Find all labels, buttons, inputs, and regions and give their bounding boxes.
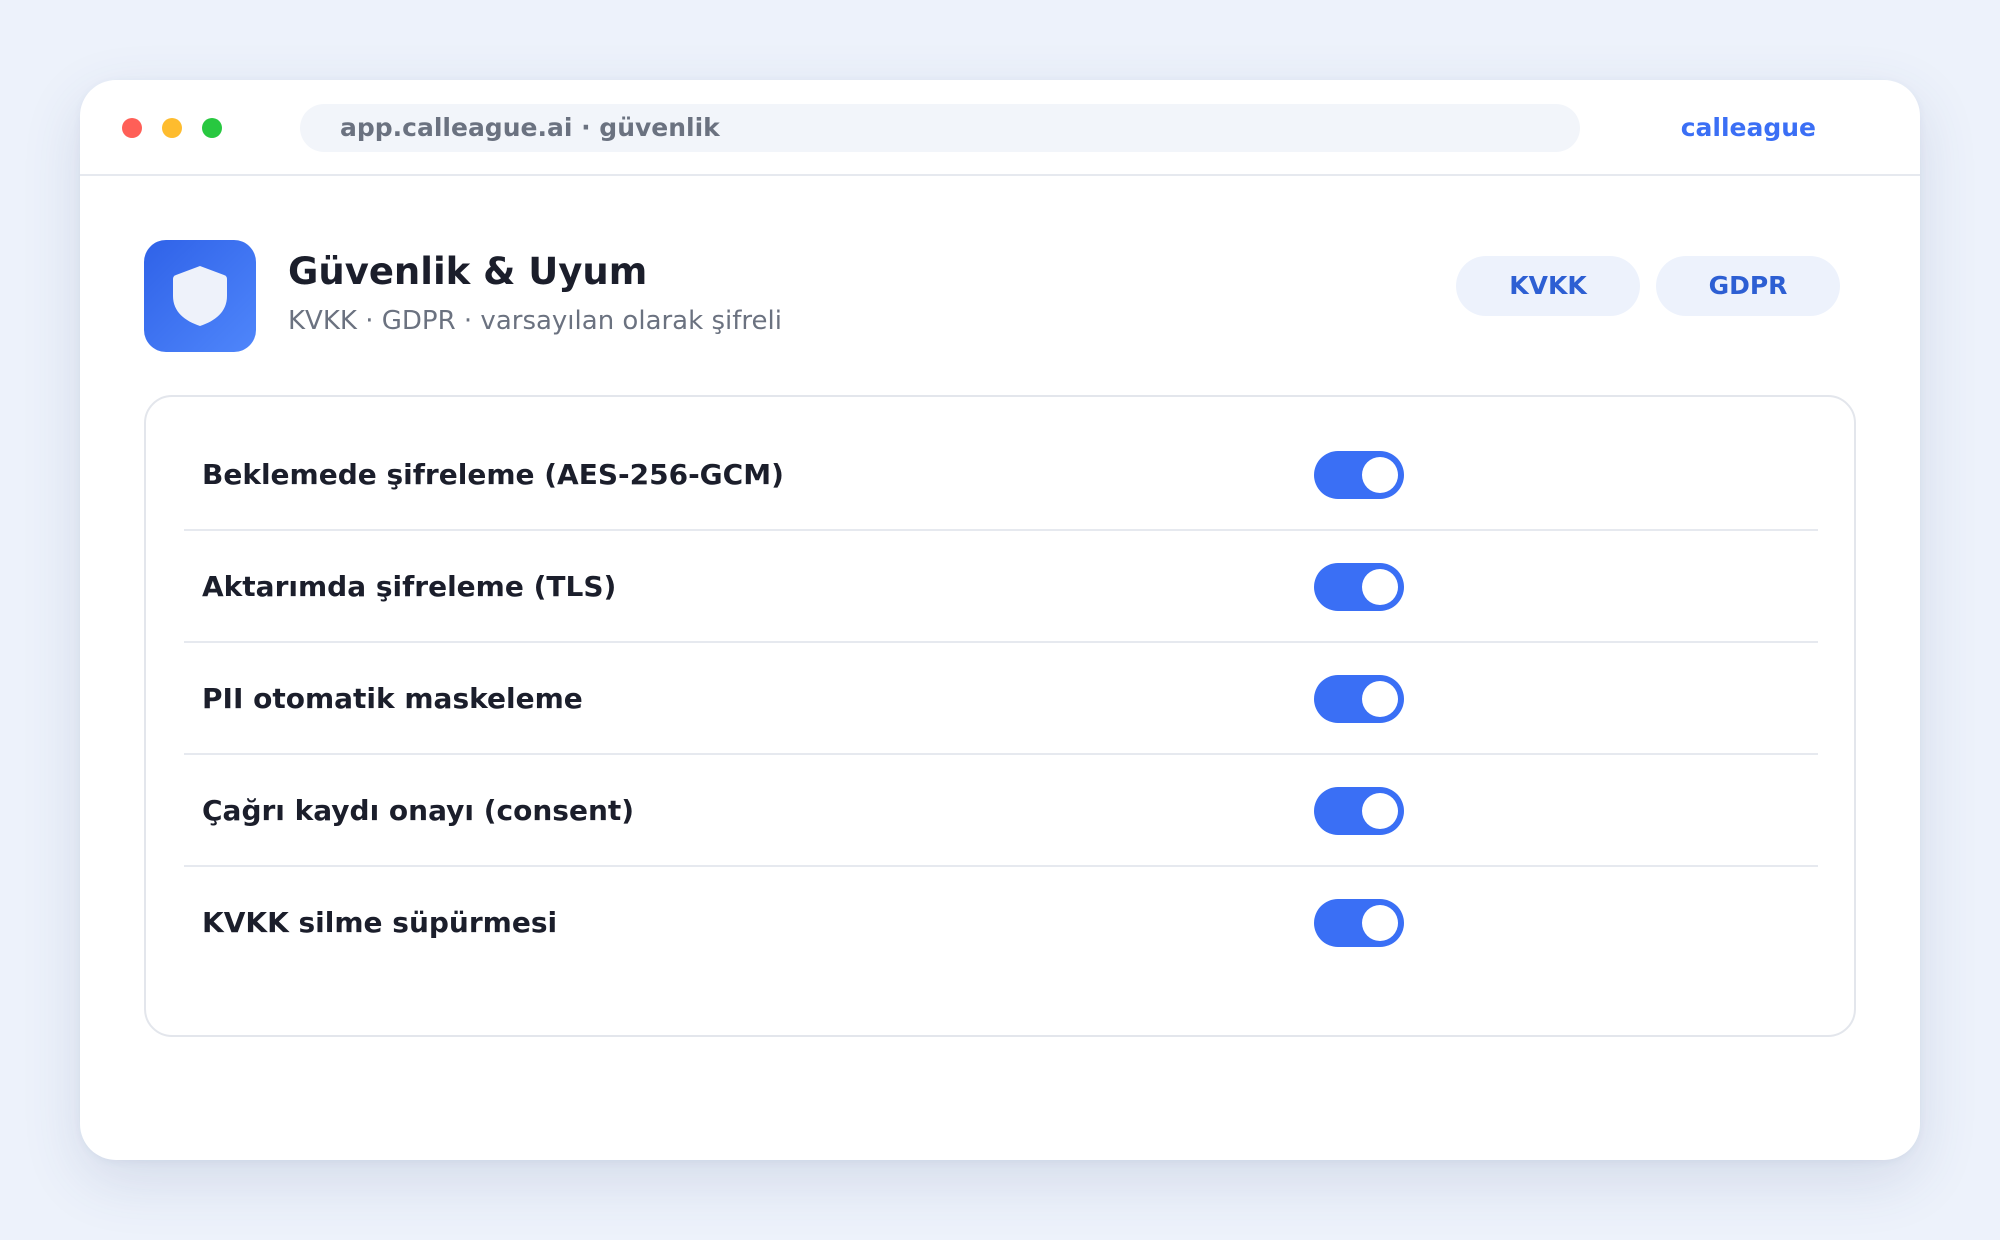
kvkk-deletion-sweep-toggle[interactable] — [1314, 899, 1404, 947]
pii-masking-toggle[interactable] — [1314, 675, 1404, 723]
setting-label: Çağrı kaydı onayı (consent) — [202, 794, 635, 827]
title-bar: app.calleague.ai · güvenlik calleague — [80, 80, 1920, 176]
setting-label: PII otomatik maskeleme — [202, 682, 583, 715]
browser-window: app.calleague.ai · güvenlik calleague Gü… — [80, 80, 1920, 1160]
toggle-knob — [1362, 457, 1398, 493]
encryption-in-transit-toggle[interactable] — [1314, 563, 1404, 611]
minimize-window-button[interactable] — [162, 118, 182, 138]
setting-row-pii-masking: PII otomatik maskeleme — [184, 643, 1818, 755]
gdpr-badge[interactable]: GDPR — [1656, 256, 1840, 316]
toggle-knob — [1362, 569, 1398, 605]
encryption-at-rest-toggle[interactable] — [1314, 451, 1404, 499]
maximize-window-button[interactable] — [202, 118, 222, 138]
app-icon — [144, 240, 256, 352]
close-window-button[interactable] — [122, 118, 142, 138]
kvkk-badge[interactable]: KVKK — [1456, 256, 1640, 316]
page-title: Güvenlik & Uyum — [288, 250, 648, 293]
call-recording-consent-toggle[interactable] — [1314, 787, 1404, 835]
setting-row-kvkk-deletion-sweep: KVKK silme süpürmesi — [184, 867, 1818, 979]
page-subtitle: KVKK · GDPR · varsayılan olarak şifreli — [288, 306, 782, 336]
setting-row-encryption-at-rest: Beklemede şifreleme (AES-256-GCM) — [184, 419, 1818, 531]
settings-card: Beklemede şifreleme (AES-256-GCM) Aktarı… — [144, 395, 1856, 1037]
toggle-knob — [1362, 793, 1398, 829]
setting-label: Beklemede şifreleme (AES-256-GCM) — [202, 458, 784, 491]
toggle-knob — [1362, 681, 1398, 717]
shield-icon — [173, 266, 227, 326]
brand-link[interactable]: calleague — [1681, 80, 1816, 176]
toggle-knob — [1362, 905, 1398, 941]
address-bar[interactable]: app.calleague.ai · güvenlik — [300, 104, 1580, 152]
setting-label: KVKK silme süpürmesi — [202, 906, 558, 939]
setting-row-call-recording-consent: Çağrı kaydı onayı (consent) — [184, 755, 1818, 867]
setting-row-encryption-in-transit: Aktarımda şifreleme (TLS) — [184, 531, 1818, 643]
setting-label: Aktarımda şifreleme (TLS) — [202, 570, 617, 603]
